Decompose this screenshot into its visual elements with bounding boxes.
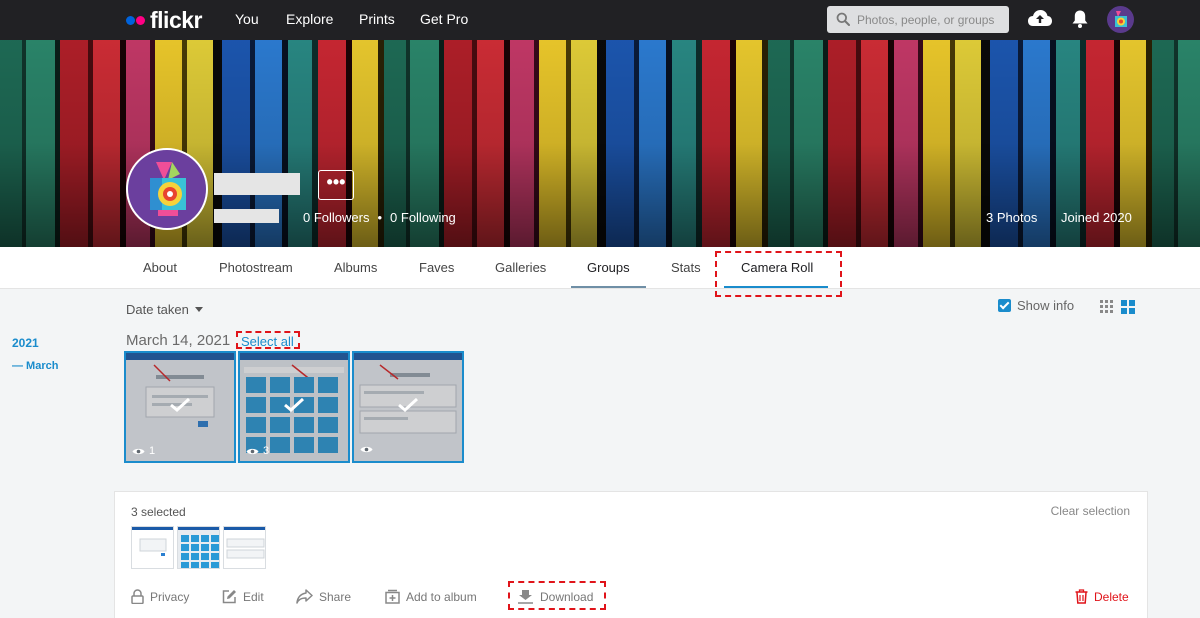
nav-link-you[interactable]: You (235, 11, 259, 27)
logo-pink-dot (136, 15, 145, 25)
small-grid-view-icon[interactable] (1100, 300, 1114, 314)
camera-roll-highlight-box (715, 251, 842, 297)
eye-icon (360, 446, 373, 453)
tab-albums[interactable]: Albums (334, 260, 377, 275)
show-info-checkbox[interactable] (998, 299, 1011, 312)
photo-thumbnail-2[interactable]: 3 (238, 351, 350, 463)
follow-stats: 0 Followers • 0 Following (303, 210, 456, 225)
view-count-value: 3 (263, 445, 270, 457)
timeline-year-2021[interactable]: 2021 (12, 336, 39, 350)
view-count: 1 (132, 445, 155, 457)
search-input[interactable] (857, 6, 1005, 33)
show-info-toggle[interactable]: Show info (998, 298, 1074, 313)
add-to-album-icon (385, 589, 400, 604)
selected-count: 3 selected (131, 505, 186, 519)
photo-thumbnail-3[interactable] (352, 351, 464, 463)
clear-selection-link[interactable]: Clear selection (1051, 504, 1130, 518)
delete-button[interactable]: Delete (1075, 589, 1129, 604)
checkmark-icon (170, 398, 191, 412)
followers-link[interactable]: 0 Followers (303, 210, 369, 225)
mini-preview-1 (132, 527, 173, 568)
trash-icon (1075, 589, 1088, 604)
selected-mini-thumbnail-2[interactable] (177, 526, 220, 569)
add-to-album-button[interactable]: Add to album (385, 589, 477, 604)
photo-thumbnail-1[interactable]: 1 (124, 351, 236, 463)
profile-tabs: About Photostream Albums Faves Galleries… (0, 247, 1200, 289)
tab-photostream[interactable]: Photostream (219, 260, 293, 275)
checkmark-icon (398, 398, 419, 412)
edit-label: Edit (243, 589, 264, 604)
selection-panel: 3 selected Clear selection Privacy Edit … (114, 491, 1148, 618)
flickr-logo[interactable]: flickr (126, 6, 202, 34)
following-link[interactable]: 0 Following (390, 210, 456, 225)
user-avatar[interactable] (1107, 6, 1134, 33)
mini-preview-3 (224, 527, 265, 568)
share-button[interactable]: Share (296, 589, 351, 604)
day-group-date: March 14, 2021 (126, 332, 231, 349)
add-to-album-label: Add to album (406, 589, 477, 604)
profile-more-options-button[interactable]: ••• (318, 170, 354, 200)
profile-avatar[interactable] (126, 148, 208, 230)
upload-cloud-icon[interactable] (1027, 8, 1053, 28)
redacted-username (214, 209, 279, 223)
view-count (360, 445, 377, 454)
search-box[interactable] (827, 6, 1009, 33)
selected-mini-thumbnail-3[interactable] (223, 526, 266, 569)
notifications-bell-icon[interactable] (1071, 9, 1089, 29)
privacy-label: Privacy (150, 589, 190, 604)
edit-button[interactable]: Edit (222, 589, 264, 604)
lock-icon (131, 589, 144, 604)
tab-groups-underline (571, 286, 646, 288)
joined-date: Joined 2020 (1061, 210, 1132, 225)
view-count-value: 1 (149, 445, 156, 457)
eye-icon (246, 448, 259, 454)
top-navigation-bar: flickr You Explore Prints Get Pro (0, 0, 1200, 40)
profile-camera-art-icon (150, 162, 186, 216)
tab-galleries[interactable]: Galleries (495, 260, 546, 275)
caret-down-icon (194, 307, 203, 312)
edit-pencil-icon (222, 590, 236, 604)
selected-mini-thumbnail-1[interactable] (131, 526, 174, 569)
view-count: 3 (246, 445, 269, 457)
share-arrow-icon (296, 589, 313, 604)
download-highlight-box (508, 581, 606, 610)
tab-faves[interactable]: Faves (419, 260, 454, 275)
eye-icon (132, 448, 145, 454)
redacted-display-name (214, 173, 300, 195)
logo-wordmark: flickr (150, 6, 202, 33)
large-grid-view-icon[interactable] (1121, 300, 1135, 314)
mini-preview-2 (178, 527, 219, 568)
nav-link-prints[interactable]: Prints (359, 11, 395, 27)
select-all-highlight-box (236, 331, 300, 349)
checkmark-icon (284, 398, 305, 412)
logo-blue-dot (126, 15, 135, 25)
follow-separator: • (377, 210, 383, 225)
share-label: Share (319, 589, 352, 604)
tab-groups[interactable]: Groups (587, 260, 630, 275)
photos-count: 3 Photos (986, 210, 1038, 225)
avatar-camera-icon (1115, 11, 1127, 27)
sort-dropdown-label: Date taken (126, 302, 189, 317)
tab-about[interactable]: About (143, 260, 177, 275)
search-icon (836, 12, 850, 26)
nav-link-get-pro[interactable]: Get Pro (420, 11, 468, 27)
timeline-month-march[interactable]: — March (12, 360, 58, 372)
nav-link-explore[interactable]: Explore (286, 11, 333, 27)
privacy-button[interactable]: Privacy (131, 589, 189, 604)
cover-photo: ••• 0 Followers • 0 Following 3 Photos Joi… (0, 40, 1200, 247)
tab-stats[interactable]: Stats (671, 260, 701, 275)
show-info-label: Show info (1017, 298, 1075, 313)
sort-dropdown[interactable]: Date taken (126, 302, 203, 317)
delete-label: Delete (1094, 589, 1129, 604)
